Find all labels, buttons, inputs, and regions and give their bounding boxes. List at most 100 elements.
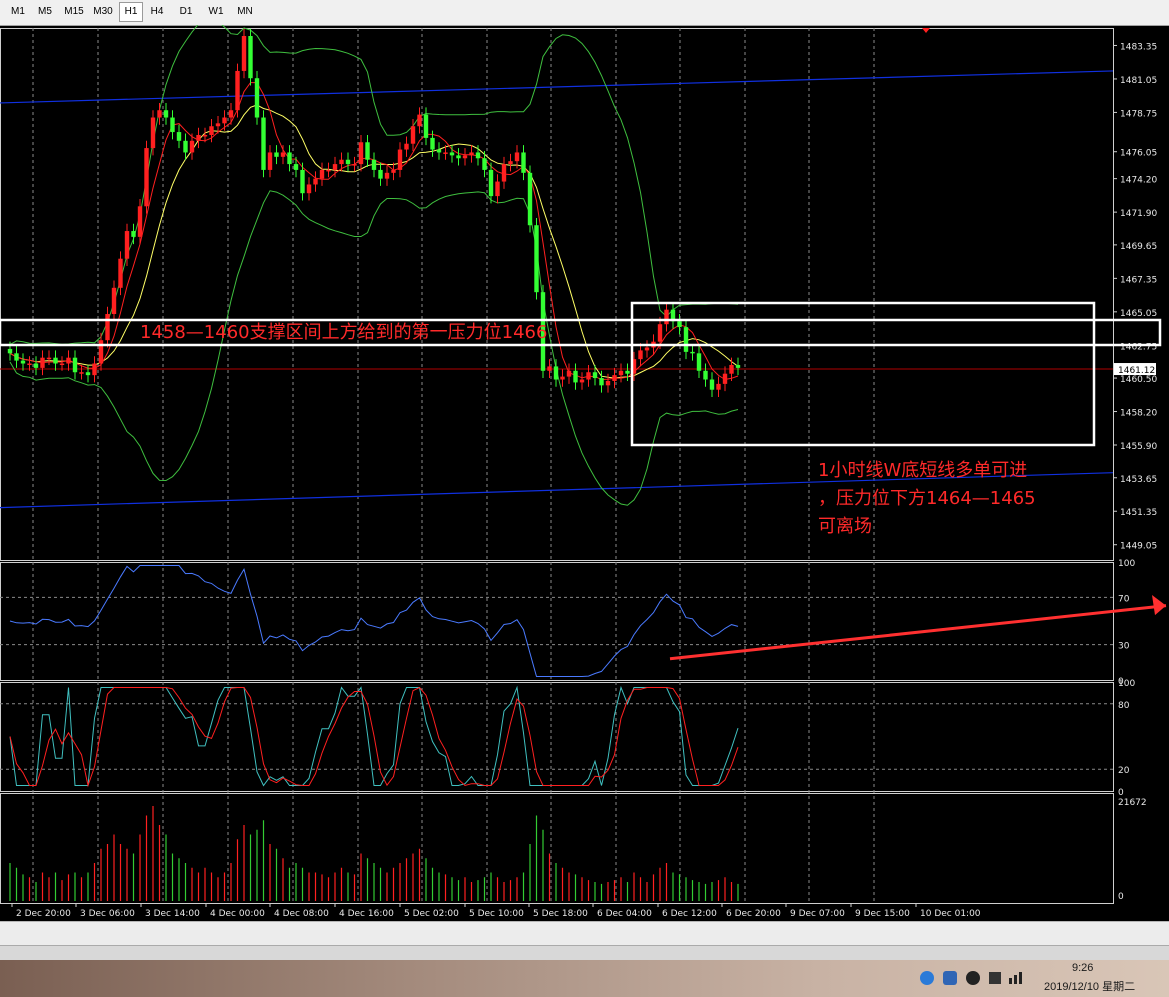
candle-body-57 <box>378 169 383 179</box>
candle-body-50 <box>332 164 338 170</box>
upper-channel-line <box>0 70 1114 104</box>
candle-body-17 <box>118 258 123 288</box>
candle-body-66 <box>436 149 442 153</box>
price-label-4: 1474.20 <box>1120 176 1157 186</box>
stoch-label-1: 80 <box>1118 701 1130 711</box>
timeframe-d1[interactable]: D1 <box>175 3 197 21</box>
panel-frame-1 <box>0 562 1114 681</box>
candle-body-100 <box>657 324 663 342</box>
candle-body-44 <box>293 164 299 170</box>
candle-body-20 <box>137 206 143 237</box>
time-label-12: 9 Dec 07:00 <box>790 909 845 919</box>
rsi-label-1: 70 <box>1118 594 1130 604</box>
candle-body-25 <box>170 117 175 133</box>
candle-body-47 <box>313 178 318 185</box>
timeframe-m5[interactable]: M5 <box>34 3 56 21</box>
time-label-3: 4 Dec 00:00 <box>210 909 265 919</box>
date-icon: 2019/12/10 星期二 <box>1044 981 1136 993</box>
time-label-13: 9 Dec 15:00 <box>855 909 910 919</box>
candle-body-62 <box>410 126 416 144</box>
bollinger-lower <box>9 190 739 506</box>
candle-body-69 <box>456 155 461 159</box>
candle-body-90 <box>592 372 598 379</box>
stoch-d-line <box>9 686 739 788</box>
price-label-15: 1449.05 <box>1120 542 1157 552</box>
candle-body-97 <box>638 350 643 360</box>
candle-body-8 <box>59 363 65 366</box>
candle-body-19 <box>131 231 136 237</box>
candle-body-108 <box>709 379 715 390</box>
candle-body-68 <box>449 152 455 156</box>
candle-body-86 <box>566 370 572 377</box>
price-label-14: 1451.35 <box>1120 508 1157 518</box>
price-label-1: 1481.05 <box>1120 76 1157 86</box>
candle-body-37 <box>248 36 253 79</box>
timeframe-m15[interactable]: M15 <box>60 3 88 21</box>
candle-body-92 <box>605 380 611 386</box>
time-label-6: 5 Dec 02:00 <box>404 909 459 919</box>
timeframe-m1[interactable]: M1 <box>8 3 28 21</box>
stoch-label-2: 20 <box>1118 766 1130 776</box>
candle-body-74 <box>488 169 494 197</box>
price-label-10: 1460.50 <box>1120 375 1157 385</box>
candle-body-51 <box>339 159 344 165</box>
candle-body-40 <box>267 152 273 170</box>
candle-body-48 <box>319 169 325 179</box>
time-label-2: 3 Dec 14:00 <box>145 909 200 919</box>
chart-scroll-strip[interactable] <box>0 921 1169 946</box>
windows-taskbar: 9:26 2019/12/10 星期二 <box>0 960 1169 997</box>
candle-body-18 <box>124 231 130 259</box>
panel-frame-2 <box>0 682 1114 792</box>
candle-body-14 <box>98 340 104 364</box>
candle-body-39 <box>261 117 266 170</box>
up-arrow-marker <box>922 28 930 33</box>
note-line-1: 1小时线W底短线多单可进 <box>818 460 1028 481</box>
candle-body-77 <box>508 161 513 165</box>
timeframe-mn[interactable]: MN <box>233 3 257 21</box>
candle-body-5 <box>40 357 45 368</box>
price-label-8: 1465.05 <box>1120 309 1157 319</box>
candle-body-28 <box>189 140 195 153</box>
candle-body-29 <box>196 134 201 141</box>
time-label-9: 6 Dec 04:00 <box>597 909 652 919</box>
rsi-label-2: 30 <box>1118 642 1130 652</box>
timeframe-w1[interactable]: W1 <box>205 3 227 21</box>
candle-body-85 <box>560 376 565 380</box>
candle-body-81 <box>534 225 539 293</box>
time-label-8: 5 Dec 18:00 <box>533 909 588 919</box>
candle-body-6 <box>46 357 52 360</box>
candle-body-15 <box>105 314 110 341</box>
candle-body-27 <box>183 140 188 153</box>
system-tray-icons[interactable] <box>915 968 1035 988</box>
candle-body-63 <box>417 114 422 127</box>
rsi-line <box>9 565 739 677</box>
candle-body-36 <box>241 36 247 71</box>
timeframe-m30[interactable]: M30 <box>90 3 116 21</box>
candle-body-24 <box>163 110 169 118</box>
candle-body-46 <box>306 184 312 194</box>
rsi-trend-arrow <box>669 604 1167 661</box>
candle-body-65 <box>430 137 435 150</box>
candle-body-0 <box>7 348 13 354</box>
timeframe-h4[interactable]: H4 <box>146 3 168 21</box>
candle-body-54 <box>358 142 364 165</box>
candle-body-78 <box>514 152 520 162</box>
stoch-label-0: 100 <box>1118 679 1135 689</box>
candle-body-109 <box>716 383 721 390</box>
candle-body-95 <box>625 370 630 374</box>
candle-body-98 <box>644 347 650 351</box>
candle-body-59 <box>391 169 396 173</box>
candle-body-9 <box>66 357 71 364</box>
candle-body-73 <box>482 158 487 170</box>
price-label-3: 1476.05 <box>1120 149 1157 159</box>
timeframe-toolbar: M1 M5 M15 M30 H1 H4 D1 W1 MN <box>0 0 1169 26</box>
candle-body-56 <box>371 159 377 170</box>
candle-body-64 <box>423 114 429 138</box>
note-line-3: 可离场 <box>818 516 872 537</box>
candle-body-41 <box>274 152 279 157</box>
stoch-label-3: 0 <box>1118 788 1124 798</box>
candle-body-52 <box>345 159 351 165</box>
current-price-label: 1461.12 <box>1118 366 1155 376</box>
candle-body-55 <box>365 142 370 160</box>
timeframe-h1[interactable]: H1 <box>119 2 143 22</box>
